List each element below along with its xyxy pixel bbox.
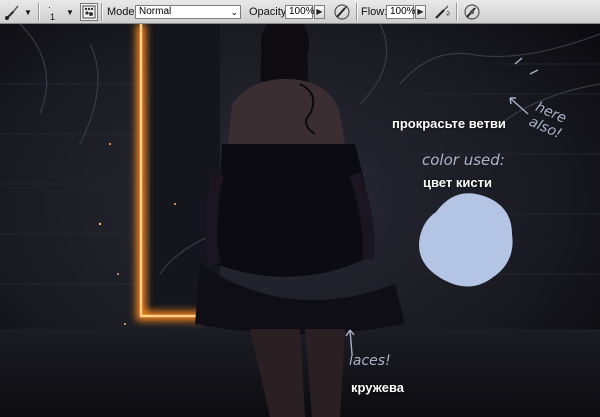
tablet-pressure-size-icon[interactable] (462, 2, 482, 22)
document-canvas[interactable]: прокрасьте ветви цвет кисти кружева here… (0, 24, 600, 417)
mode-label: Mode: (107, 6, 138, 18)
brush-tool-icon[interactable] (3, 2, 23, 22)
mode-select[interactable]: Normal ⌄ (135, 5, 241, 19)
handwritten-laces: laces! (349, 353, 391, 369)
artwork-illustration (0, 24, 600, 417)
brush-panel-icon (82, 5, 96, 19)
tablet-pressure-opacity-icon[interactable] (332, 2, 352, 22)
separator (456, 3, 458, 21)
opacity-input[interactable]: 100% (285, 5, 315, 19)
annotation-brush-color: цвет кисти (423, 175, 492, 190)
flow-input[interactable]: 100% (386, 5, 416, 19)
brush-panel-toggle-button[interactable] (80, 3, 98, 21)
separator (101, 3, 103, 21)
flow-slider-button[interactable]: ▶ (415, 5, 426, 19)
handwritten-color-used: color used: (422, 151, 505, 169)
separator (38, 3, 40, 21)
options-bar: ▼ · 1 ▼ Mode: Normal ⌄ Opacity: 100% ▶ F… (0, 0, 600, 24)
chevron-down-icon: ⌄ (230, 7, 238, 17)
annotation-branches: прокрасьте ветви (392, 116, 506, 131)
mode-value: Normal (139, 6, 172, 17)
opacity-slider-button[interactable]: ▶ (314, 5, 325, 19)
brush-size-dropdown-icon[interactable]: ▼ (66, 0, 74, 24)
opacity-label: Opacity: (249, 6, 290, 18)
annotation-laces: кружева (351, 380, 404, 395)
separator (356, 3, 358, 21)
airbrush-icon[interactable] (432, 2, 452, 22)
chevron-down-icon[interactable]: ▼ (24, 0, 32, 24)
flow-label: Flow: (361, 6, 388, 18)
